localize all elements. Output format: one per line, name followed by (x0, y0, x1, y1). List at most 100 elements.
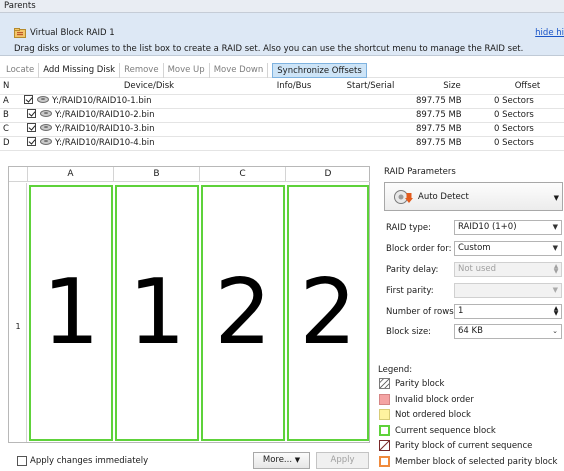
table-row[interactable]: C Y:/RAID10/RAID10-3.bin 897.75 MB 0 Sec… (0, 122, 564, 137)
size-cell: 897.75 MB (413, 94, 491, 109)
block-size-value: 64 KB (458, 326, 483, 336)
raid-block-c[interactable]: 2 (201, 185, 285, 441)
column-header-info[interactable]: Info/Bus (260, 80, 328, 95)
size-cell: 897.75 MB (413, 122, 491, 137)
column-header-size[interactable]: Size (413, 80, 491, 95)
raid-block-d[interactable]: 2 (287, 185, 369, 441)
disk-checkbox[interactable] (24, 94, 33, 104)
raid-group-panel: Virtual Block RAID 1 hide hi Drag disks … (0, 13, 564, 56)
parity-delay-label: Parity delay: (386, 265, 439, 275)
offset-cell: 0 Sectors (491, 94, 564, 109)
disk-checkbox[interactable] (27, 122, 36, 132)
group-title: Virtual Block RAID 1 (30, 28, 115, 38)
chevron-down-icon[interactable]: ▼ (554, 194, 559, 202)
hide-link[interactable]: hide hi (535, 27, 564, 39)
group-title-row: Virtual Block RAID 1 (14, 27, 115, 39)
chevron-down-icon: ▼ (552, 244, 558, 252)
legend-item: Member block of selected parity block (379, 456, 557, 467)
invalid-order-swatch-icon (379, 394, 390, 405)
spin-arrows-icon[interactable]: ▲ ▼ (553, 306, 559, 317)
grid-row-header: 1 (9, 183, 27, 442)
table-row[interactable]: A Y:/RAID10/RAID10-1.bin 897.75 MB 0 Sec… (0, 94, 564, 109)
legend-item: Parity block of current sequence (379, 440, 532, 451)
disk-checkbox[interactable] (27, 136, 36, 146)
legend-item: Current sequence block (379, 425, 496, 436)
column-header-device[interactable]: Device/Disk (38, 80, 260, 95)
disk-checkbox[interactable] (27, 108, 36, 118)
legend-item: Parity block (379, 378, 444, 389)
info-cell (260, 108, 328, 123)
more-button[interactable]: More... ▼ (253, 452, 310, 469)
grid-column-header-a: A (28, 167, 114, 182)
column-header-start[interactable]: Start/Serial (328, 80, 413, 95)
device-cell: Y:/RAID10/RAID10-4.bin (8, 136, 230, 151)
grid-column-header-b: B (114, 167, 200, 182)
table-header-row: N Device/Disk Info/Bus Start/Serial Size… (0, 80, 564, 95)
more-label: More... (262, 455, 293, 465)
apply-immediately-label[interactable]: Apply changes immediately (30, 455, 148, 467)
legend-label: Current sequence block (395, 425, 496, 436)
table-row[interactable]: B Y:/RAID10/RAID10-2.bin 897.75 MB 0 Sec… (0, 108, 564, 123)
locate-button[interactable]: Locate (2, 62, 40, 78)
group-description: Drag disks or volumes to the list box to… (14, 44, 524, 54)
block-order-label: Block order for: (386, 244, 452, 254)
first-parity-label: First parity: (386, 286, 434, 296)
spin-arrows-icon: ▲ ▼ (553, 263, 559, 275)
raid-type-select[interactable]: RAID10 (1+0) ▼ (454, 220, 562, 235)
synchronize-offsets-button[interactable]: Synchronize Offsets (272, 62, 367, 78)
chevron-down-icon: ▼ (552, 286, 558, 294)
device-path: Y:/RAID10/RAID10-2.bin (55, 109, 155, 120)
info-cell (260, 122, 328, 137)
column-header-offset[interactable]: Offset (491, 80, 564, 95)
disk-image-icon (37, 95, 49, 103)
folder-raid-icon (14, 28, 26, 38)
raid-parameters-title: RAID Parameters (384, 167, 456, 177)
chevron-down-icon: ▼ (552, 223, 558, 231)
legend-label: Invalid block order (395, 394, 474, 405)
offset-cell: 0 Sectors (491, 108, 564, 123)
column-header-n[interactable]: N (0, 80, 38, 95)
block-order-value: Custom (458, 243, 491, 253)
legend-title: Legend: (378, 365, 413, 375)
auto-detect-icon (394, 190, 413, 204)
table-row[interactable]: D Y:/RAID10/RAID10-4.bin 897.75 MB 0 Sec… (0, 136, 564, 151)
info-cell (260, 94, 328, 109)
block-order-select[interactable]: Custom ▼ (454, 241, 562, 256)
raid-layout-grid: A B C D 1 1 1 2 2 (8, 166, 370, 443)
device-path: Y:/RAID10/RAID10-4.bin (55, 137, 155, 148)
auto-detect-label: Auto Detect (418, 192, 469, 202)
member-block-swatch-icon (379, 456, 390, 467)
info-cell (260, 136, 328, 151)
parity-hatch-swatch-icon (379, 378, 390, 389)
remove-button[interactable]: Remove (120, 62, 164, 78)
apply-immediately-checkbox[interactable] (17, 456, 27, 466)
grid-row-number: 1 (15, 322, 21, 331)
start-cell (328, 136, 413, 151)
start-cell (328, 94, 413, 109)
toolbar: Locate Add Missing Disk Remove Move Up M… (0, 62, 564, 78)
legend-item: Invalid block order (379, 394, 474, 405)
add-missing-disk-button[interactable]: Add Missing Disk (39, 62, 121, 78)
offset-cell: 0 Sectors (491, 136, 564, 151)
device-cell: Y:/RAID10/RAID10-3.bin (8, 122, 230, 137)
apply-button[interactable]: Apply (316, 452, 369, 469)
chevron-down-icon: ▼ (294, 456, 301, 464)
block-number: 1 (42, 260, 100, 365)
auto-detect-button[interactable]: Auto Detect ▼ (384, 182, 563, 211)
raid-block-b[interactable]: 1 (115, 185, 199, 441)
move-up-button[interactable]: Move Up (164, 62, 210, 78)
grid-column-header-c: C (200, 167, 286, 182)
size-cell: 897.75 MB (413, 136, 491, 151)
raid-block-a[interactable]: 1 (29, 185, 113, 441)
move-down-button[interactable]: Move Down (210, 62, 269, 78)
grid-column-header-d: D (286, 167, 370, 182)
rows-stepper[interactable]: 1 ▲ ▼ (454, 304, 562, 319)
device-path: Y:/RAID10/RAID10-1.bin (52, 95, 152, 106)
chevron-down-icon: ⌄ (552, 327, 558, 335)
block-size-select[interactable]: 64 KB ⌄ (454, 324, 562, 339)
disk-image-icon (40, 137, 52, 145)
raid-type-label: RAID type: (386, 223, 431, 233)
parity-delay-value: Not used (458, 264, 497, 274)
block-number: 1 (128, 260, 186, 365)
block-size-label: Block size: (386, 327, 432, 337)
